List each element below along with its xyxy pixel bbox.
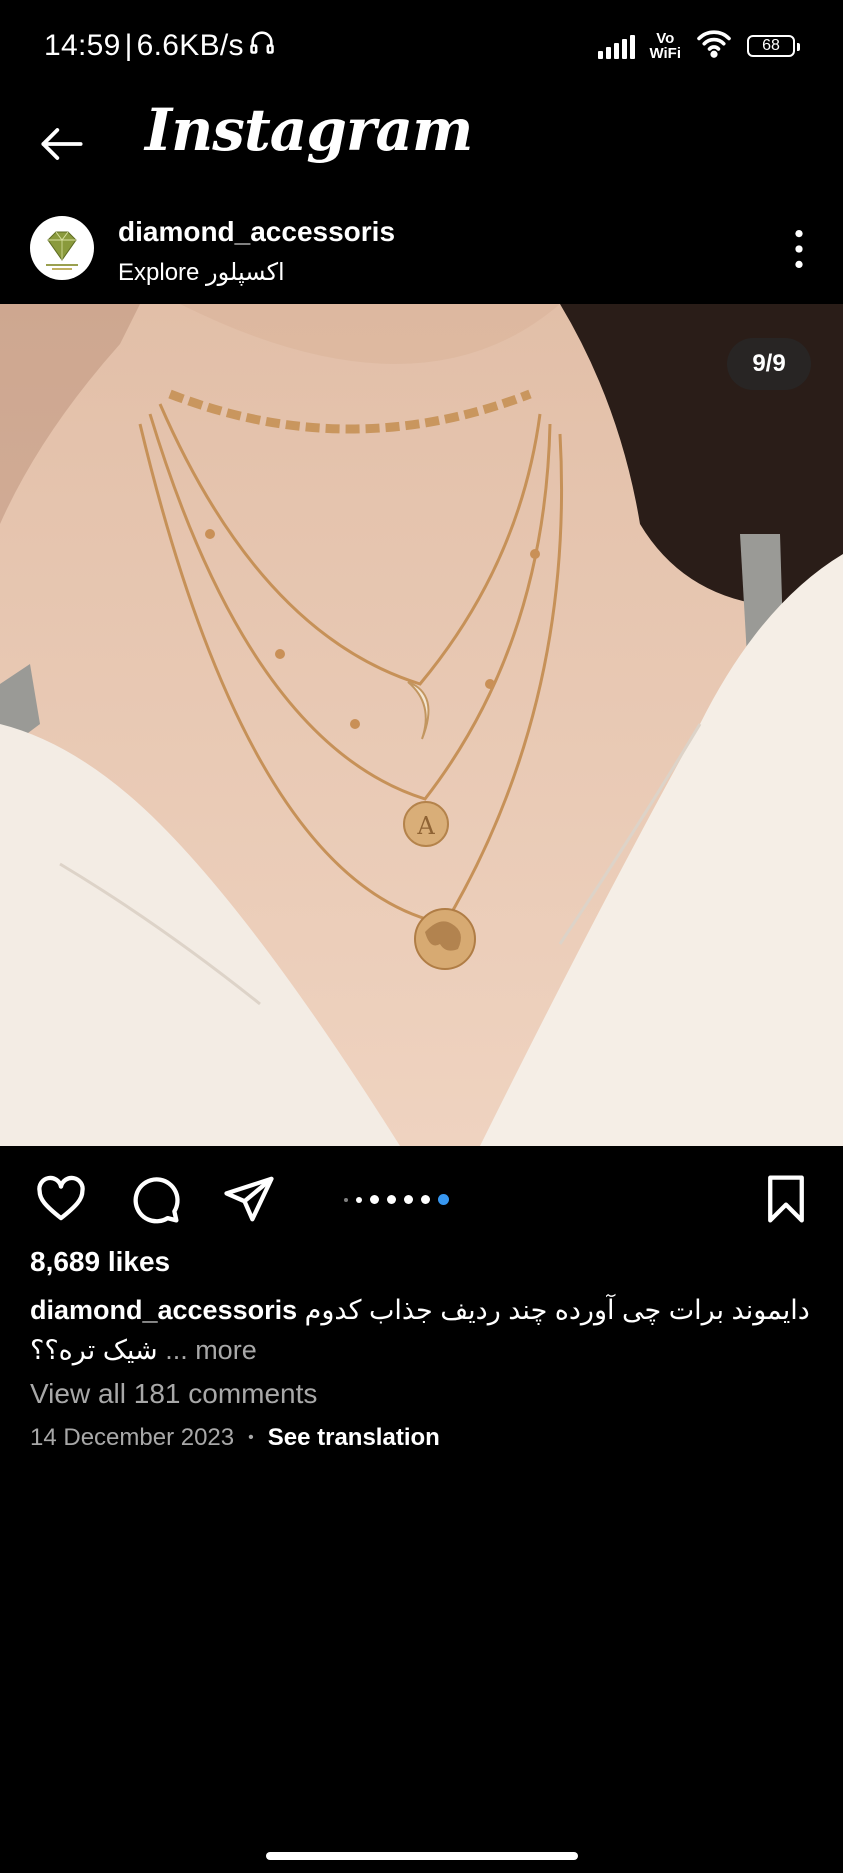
back-button[interactable] (34, 116, 90, 172)
battery-icon: 68 (747, 34, 800, 57)
like-button[interactable] (34, 1172, 88, 1226)
bookmark-icon (768, 1175, 804, 1223)
see-translation-link[interactable]: See translation (268, 1424, 440, 1452)
post-meta: 14 December 2023 • See translation (30, 1424, 440, 1452)
carousel-dot (421, 1195, 430, 1204)
diamond-logo-icon (46, 231, 78, 270)
status-separator: | (124, 29, 133, 62)
post-image[interactable]: A 9/9 (0, 304, 843, 1146)
arrow-left-icon (41, 128, 83, 160)
carousel-dot (370, 1195, 379, 1204)
vowifi-label: Vo WiFi (649, 29, 681, 62)
heart-icon (37, 1175, 85, 1221)
likes-count[interactable]: 8,689 likes (30, 1246, 170, 1278)
status-time: 14:59 (44, 29, 121, 62)
avatar[interactable] (30, 216, 94, 280)
carousel-dot (344, 1197, 348, 1202)
caption-username[interactable]: diamond_accessoris (30, 1295, 297, 1325)
network-speed: 6.6KB/s (136, 29, 244, 62)
image-counter: 9/9 (727, 338, 811, 390)
home-indicator[interactable] (266, 1852, 578, 1860)
instagram-logo: Instagram (145, 96, 473, 164)
necklace-photo: A (0, 304, 843, 1146)
post-username[interactable]: diamond_accessoris (118, 216, 395, 248)
carousel-indicator (344, 1194, 449, 1205)
meta-separator: • (248, 1429, 254, 1446)
view-comments-link[interactable]: View all 181 comments (30, 1378, 317, 1410)
carousel-dot (356, 1196, 362, 1203)
carousel-dot (387, 1195, 396, 1204)
signal-icon (598, 33, 636, 59)
wifi-icon (695, 28, 733, 63)
post-location[interactable]: Explore اکسپلور (118, 258, 285, 287)
more-options-button[interactable] (789, 228, 809, 270)
post-caption: diamond_accessoris دایموند برات چی آورده… (30, 1290, 815, 1370)
save-button[interactable] (759, 1172, 813, 1226)
svg-text:A: A (416, 812, 435, 840)
more-vertical-icon (795, 229, 803, 269)
app-bar: Instagram (0, 96, 843, 206)
post-date: 14 December 2023 (30, 1424, 235, 1451)
carousel-dot (404, 1195, 413, 1204)
share-button[interactable] (222, 1172, 276, 1226)
action-bar (0, 1146, 843, 1242)
send-icon (224, 1176, 274, 1222)
comment-icon (133, 1177, 180, 1224)
caption-more-link[interactable]: ... more (165, 1335, 257, 1365)
comment-button[interactable] (128, 1172, 182, 1226)
status-bar: 14:59 | 6.6KB/s Vo WiFi 68 (0, 0, 843, 96)
post-header: diamond_accessoris Explore اکسپلور (0, 206, 843, 304)
carousel-dot-active (438, 1194, 449, 1205)
headphones-icon (248, 28, 276, 64)
